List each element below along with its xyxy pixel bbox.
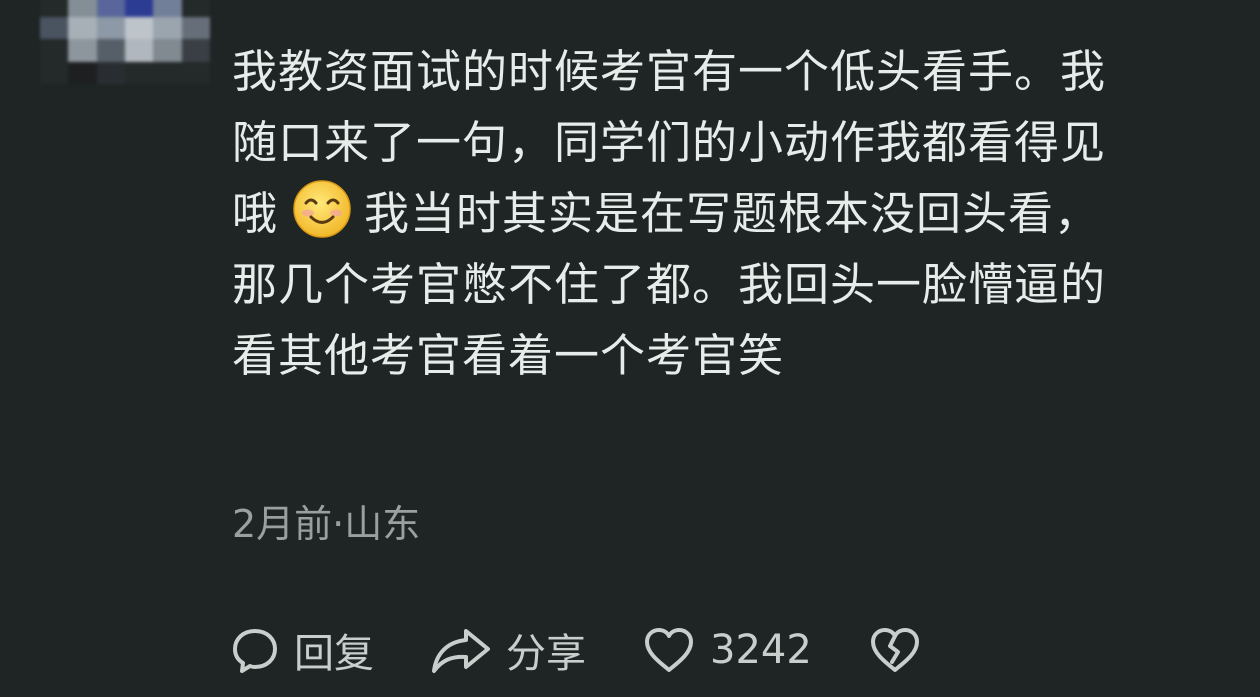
comment-line: 哦 我当时其实是在写题根本没回头看， [232, 178, 1232, 249]
broken-heart-icon [868, 625, 922, 675]
comment-line-start: 哦 [232, 187, 279, 240]
reply-button[interactable]: 回复 [230, 621, 374, 679]
smiling-face-icon [292, 179, 352, 239]
comment-line: 那几个考官憋不住了都。我回头一脸懵逼的 [232, 258, 1107, 311]
comment-line-rest: 我当时其实是在写题根本没回头看， [364, 187, 1101, 240]
comment-line: 随口来了一句，同学们的小动作我都看得见 [232, 116, 1107, 169]
comment-meta: 2月前·山东 [232, 502, 421, 546]
share-arrow-icon [430, 625, 492, 675]
comment-text: 我教资面试的时候考官有一个低头看手。我 随口来了一句，同学们的小动作我都看得见 … [232, 36, 1232, 391]
share-button[interactable]: 分享 [430, 621, 586, 679]
action-bar: 回复 分享 3242 [230, 620, 978, 680]
reply-label: 回复 [294, 631, 374, 677]
comment-line: 看其他考官看着一个考官笑 [232, 329, 785, 382]
like-button[interactable]: 3242 [642, 625, 812, 675]
heart-icon [642, 625, 696, 675]
share-label: 分享 [506, 631, 586, 677]
like-count: 3242 [710, 627, 812, 673]
avatar[interactable] [40, 0, 210, 84]
comment-line: 我教资面试的时候考官有一个低头看手。我 [232, 45, 1107, 98]
dislike-button[interactable] [868, 625, 922, 675]
comment-bubble-icon [230, 625, 280, 675]
